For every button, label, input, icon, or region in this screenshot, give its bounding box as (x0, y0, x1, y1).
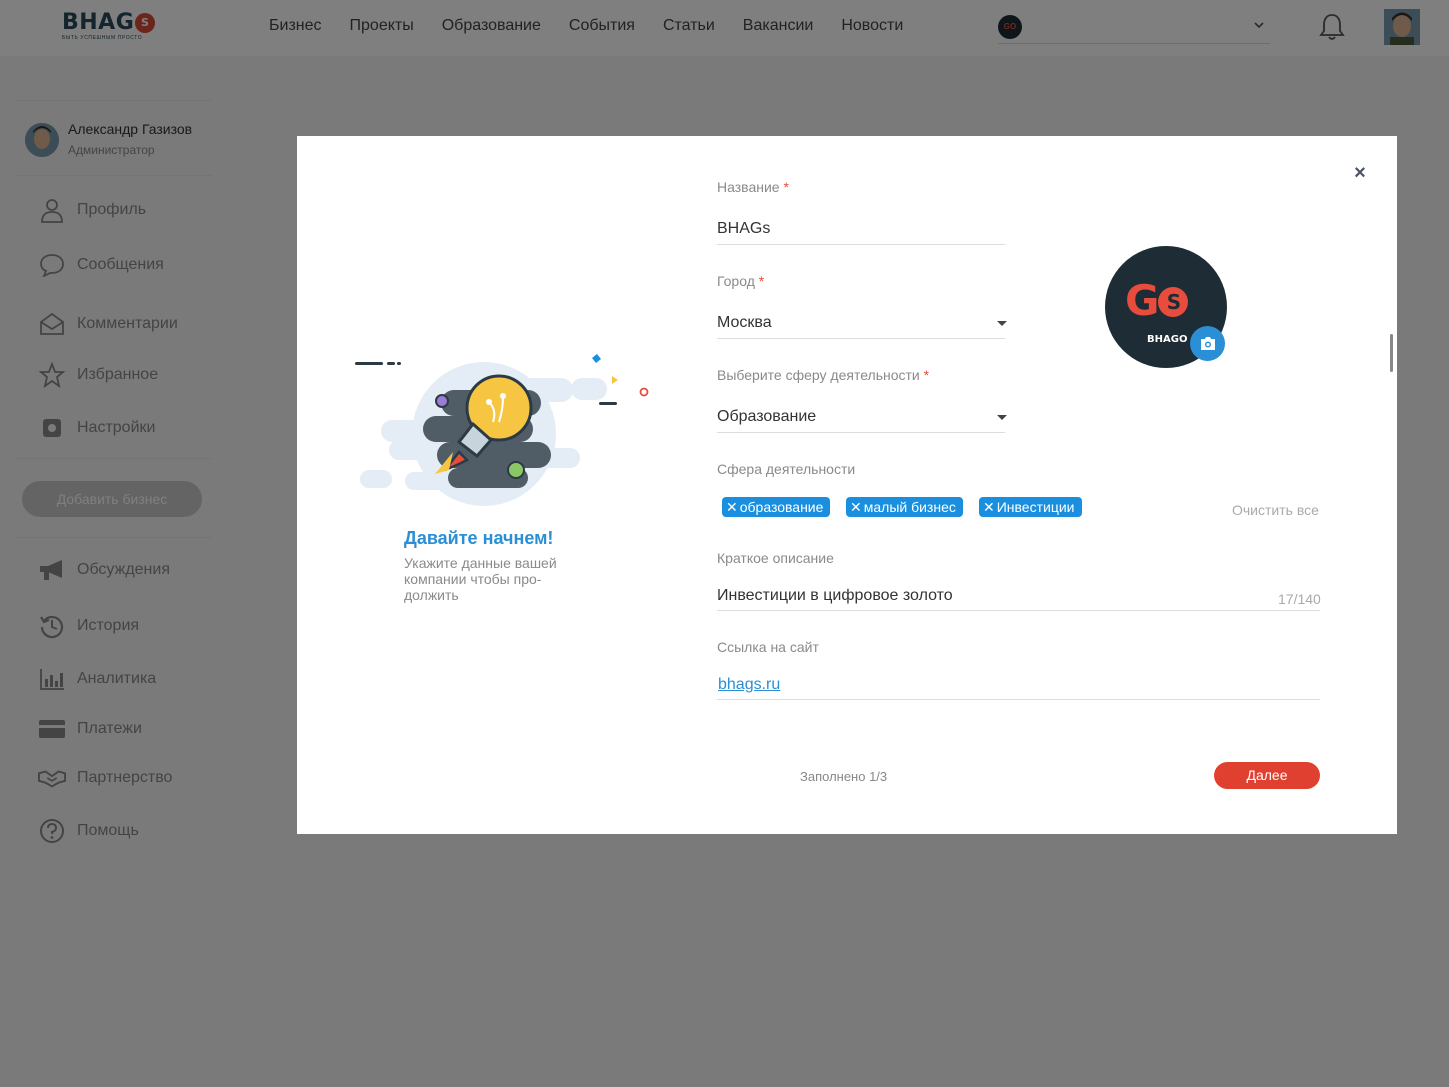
city-select[interactable]: Москва (717, 314, 772, 332)
intro-description: Укажите данные вашей компании чтобы про-… (404, 555, 557, 603)
logo-letters: GS (1125, 276, 1189, 325)
description-label: Краткое описание (717, 550, 834, 566)
intro-title: Давайте начнем! (404, 528, 554, 548)
name-label: Название * (717, 179, 789, 195)
city-label-text: Город (717, 273, 755, 289)
city-label: Город * (717, 273, 764, 289)
description-input[interactable]: Инвестиции в цифровое золото (717, 587, 953, 605)
sphere-label: Сфера деятельности (717, 461, 856, 477)
sphere-select-label: Выберите сферу деятельности * (717, 367, 929, 383)
name-label-text: Название (717, 179, 780, 195)
sphere-select-label-text: Выберите сферу деятельности (717, 367, 920, 383)
remove-tag-icon[interactable]: ✕ (726, 499, 738, 515)
dropdown-arrow-icon[interactable] (997, 321, 1007, 326)
remove-tag-icon[interactable]: ✕ (983, 499, 995, 515)
camera-icon (1200, 336, 1215, 350)
tag-label: образование (739, 499, 824, 515)
clear-all-link[interactable]: Очистить все (1232, 502, 1319, 518)
add-business-modal: × Давайте начнем! Укажите данные вашей к… (297, 136, 1397, 834)
required-mark: * (783, 179, 789, 195)
dropdown-arrow-icon[interactable] (997, 415, 1007, 420)
required-mark: * (758, 273, 765, 289)
city-underline (717, 338, 1005, 339)
site-input[interactable]: bhags.ru (718, 676, 780, 694)
tag-chip[interactable]: ✕ Инвестиции (979, 497, 1082, 517)
sphere-select[interactable]: Образование (717, 408, 816, 426)
name-input[interactable]: BHAGs (717, 220, 770, 238)
close-icon[interactable]: × (1351, 163, 1369, 183)
tag-label: малый бизнес (863, 499, 956, 515)
site-underline (717, 699, 1320, 700)
sphere-select-underline (717, 432, 1005, 433)
scrollbar[interactable] (1390, 334, 1393, 372)
site-label: Ссылка на сайт (717, 639, 819, 655)
upload-logo-button[interactable] (1190, 326, 1225, 361)
logo-small-text: BHAGO (1147, 334, 1188, 345)
tag-chip[interactable]: ✕ образование (722, 497, 831, 517)
rocket-lightbulb-illustration (355, 354, 649, 506)
progress-text: Заполнено 1/3 (800, 769, 888, 784)
description-underline (717, 610, 1320, 611)
remove-tag-icon[interactable]: ✕ (850, 499, 862, 515)
char-counter: 17/140 (1278, 591, 1321, 607)
required-mark: * (923, 367, 930, 383)
next-button[interactable]: Далее (1214, 762, 1320, 789)
tag-label: Инвестиции (996, 499, 1075, 515)
tag-chip[interactable]: ✕ малый бизнес (846, 497, 963, 517)
name-underline (717, 244, 1005, 245)
